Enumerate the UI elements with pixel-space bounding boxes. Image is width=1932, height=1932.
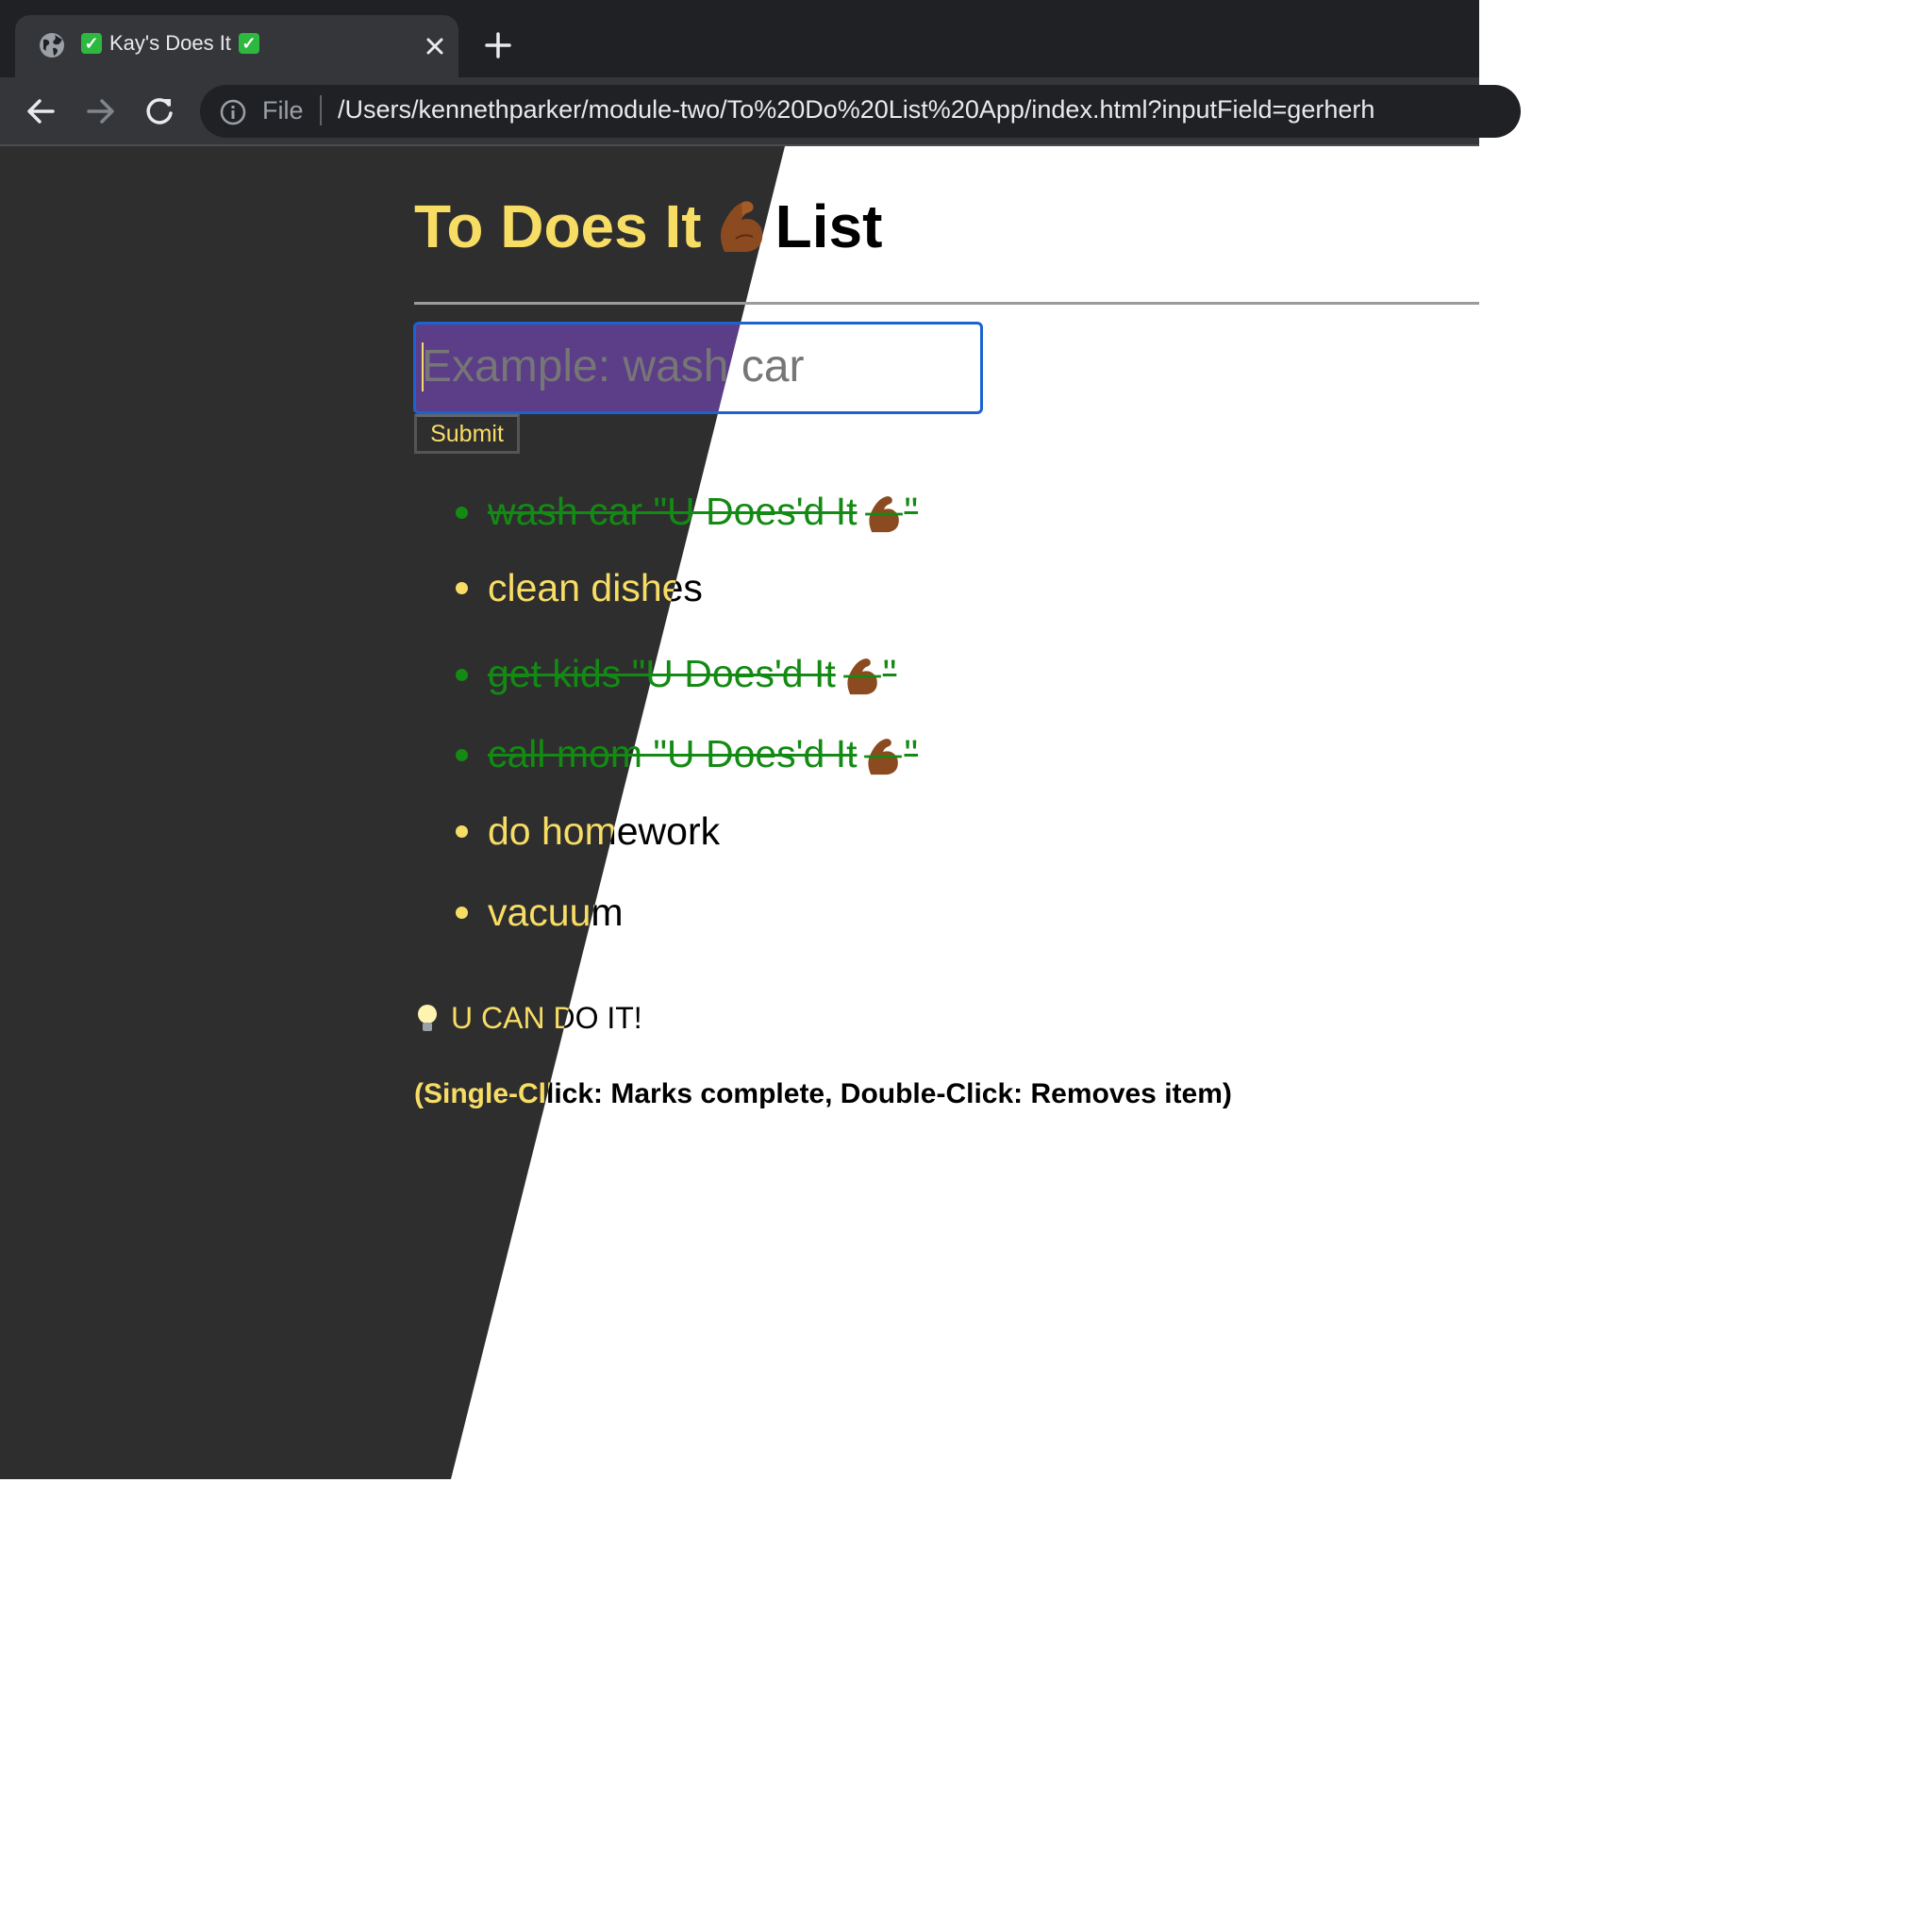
tab-title-text: Kay's Does It	[109, 31, 231, 55]
info-icon[interactable]	[219, 98, 247, 126]
light-bulb-icon	[418, 1004, 437, 1031]
title-part-one: To Does It	[414, 192, 702, 260]
url-scheme-label: File	[262, 96, 304, 125]
submit-button[interactable]: Submit	[414, 414, 520, 454]
item-suffix: "	[904, 732, 919, 775]
bullet	[456, 748, 468, 761]
tab-title: ✓ Kay's Does It ✓	[81, 31, 259, 56]
flexed-biceps-icon	[864, 496, 903, 533]
url-text[interactable]: /Users/kennethparker/module-two/To%20Do%…	[338, 95, 1374, 125]
item-suffix: "	[882, 652, 897, 695]
page-viewport: To Does It List Example: wash car Submit…	[0, 146, 1479, 1479]
check-mark-icon: ✓	[81, 33, 102, 54]
new-tab-button[interactable]	[481, 28, 515, 62]
text-caret	[422, 342, 424, 391]
bullet	[456, 668, 468, 681]
bullet	[456, 907, 468, 919]
submit-label: Submit	[430, 421, 504, 447]
flexed-biceps-icon	[842, 658, 881, 695]
bullet	[456, 825, 468, 838]
url-separator	[320, 95, 322, 125]
back-arrow-icon[interactable]	[23, 91, 60, 132]
flexed-biceps-icon	[864, 739, 903, 775]
browser-tab[interactable]: ✓ Kay's Does It ✓	[15, 15, 458, 77]
list-item[interactable]: clean dishes	[456, 566, 703, 610]
forward-arrow-icon[interactable]	[81, 91, 119, 132]
title-part-two: List	[774, 192, 883, 260]
globe-icon	[40, 33, 64, 58]
flexed-biceps-icon	[720, 201, 762, 252]
item-suffix: "	[904, 490, 919, 533]
close-tab-button[interactable]	[421, 32, 449, 60]
check-mark-icon: ✓	[238, 33, 259, 54]
reload-icon[interactable]	[141, 91, 178, 132]
bullet	[456, 582, 468, 594]
bullet	[456, 506, 468, 519]
close-icon	[426, 38, 443, 55]
